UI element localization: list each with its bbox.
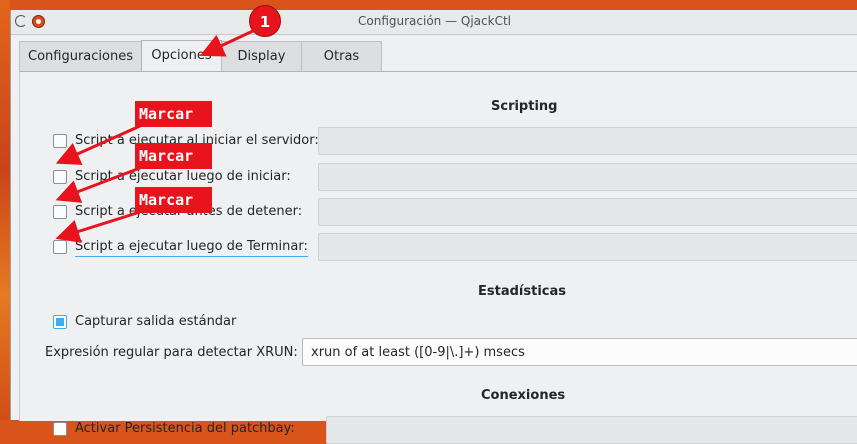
checkbox-patchbay-persistence[interactable] xyxy=(53,422,67,436)
checkbox-script-post-shutdown[interactable] xyxy=(53,240,67,254)
desktop-background xyxy=(0,0,10,420)
label-patchbay-persistence: Activar Persistencia del patchbay: xyxy=(75,421,295,436)
label-script-post-shutdown: Script a ejecutar luego de Terminar: xyxy=(75,239,308,254)
annotation-badge-1: 1 xyxy=(249,5,281,37)
tab-display[interactable]: Display xyxy=(221,41,302,71)
settings-window: Configuración — QjackCtl Configuraciones… xyxy=(10,10,857,444)
xrun-row: Expresión regular para detectar XRUN: xr… xyxy=(20,338,857,366)
tab-configuraciones[interactable]: Configuraciones xyxy=(19,41,142,71)
input-script-post-startup[interactable] xyxy=(318,163,857,191)
title-bar: Configuración — QjackCtl xyxy=(11,10,857,35)
annotation-marcar-2: Marcar xyxy=(135,143,212,169)
label-xrun-regex: Expresión regular para detectar XRUN: xyxy=(45,345,298,360)
label-capture-stdout: Capturar salida estándar xyxy=(75,314,237,329)
input-script-startup[interactable] xyxy=(318,127,857,155)
xrun-regex-value: xrun of at least ([0-9|\.]+) msecs xyxy=(311,345,525,360)
focus-underline xyxy=(75,256,308,257)
input-xrun-regex[interactable]: xrun of at least ([0-9|\.]+) msecs xyxy=(302,338,857,366)
checkbox-script-post-startup[interactable] xyxy=(53,170,67,184)
checkbox-script-startup[interactable] xyxy=(53,134,67,148)
section-title-estadisticas: Estadísticas xyxy=(478,284,566,299)
annotation-marcar-3: Marcar xyxy=(135,187,212,213)
label-script-post-startup: Script a ejecutar luego de iniciar: xyxy=(75,169,291,184)
capture-row: Capturar salida estándar xyxy=(20,308,857,336)
window-title: Configuración — QjackCtl xyxy=(358,14,511,28)
input-script-post-shutdown[interactable] xyxy=(318,233,857,261)
tab-opciones[interactable]: Opciones xyxy=(141,40,222,72)
section-title-scripting: Scripting xyxy=(491,99,558,114)
tab-otras[interactable]: Otras xyxy=(301,41,382,71)
script-row-post-shutdown: Script a ejecutar luego de Terminar: xyxy=(20,233,857,261)
annotation-marcar-1: Marcar xyxy=(135,101,212,127)
checkbox-script-shutdown[interactable] xyxy=(53,205,67,219)
checkbox-capture-stdout[interactable] xyxy=(53,315,67,329)
patchbay-row: Activar Persistencia del patchbay: xyxy=(20,412,857,444)
input-patchbay-path[interactable] xyxy=(326,416,857,444)
section-title-conexiones: Conexiones xyxy=(481,388,566,403)
input-script-shutdown[interactable] xyxy=(318,198,857,226)
